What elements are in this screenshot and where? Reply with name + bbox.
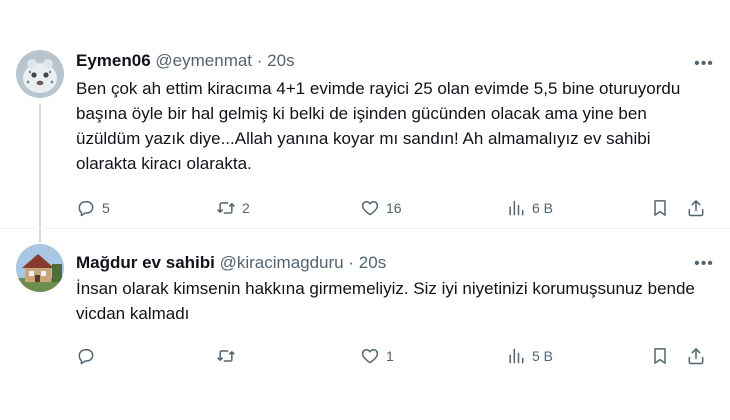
separator-dot: · <box>256 51 263 70</box>
views-count: 5 B <box>532 348 554 364</box>
bookmark-icon <box>654 348 666 364</box>
reply-button[interactable] <box>76 344 102 368</box>
share-button[interactable] <box>686 196 706 220</box>
share-icon <box>688 348 704 365</box>
avatar[interactable] <box>16 50 64 98</box>
views-icon <box>509 348 524 364</box>
avatar[interactable] <box>16 244 64 292</box>
views-count: 6 B <box>532 200 554 216</box>
timestamp[interactable]: 20s <box>359 253 386 272</box>
tweet[interactable]: Eymen06 @eymenmat · 20s ••• Ben çok ah e… <box>0 40 730 242</box>
display-name[interactable]: Eymen06 <box>76 51 151 70</box>
tweet[interactable]: Mağdur ev sahibi @kiracimagduru · 20s ••… <box>0 232 730 382</box>
tweet-header: Mağdur ev sahibi @kiracimagduru · 20s <box>76 252 386 274</box>
like-button[interactable]: 1 <box>360 344 394 368</box>
tweet-divider <box>0 228 730 229</box>
more-icon[interactable]: ••• <box>694 54 714 74</box>
retweet-count: 2 <box>242 200 250 216</box>
views-button[interactable]: 6 B <box>506 196 553 220</box>
like-button[interactable]: 16 <box>360 196 402 220</box>
retweet-icon <box>217 202 235 214</box>
views-button[interactable]: 5 B <box>506 344 553 368</box>
timestamp[interactable]: 20s <box>267 51 294 70</box>
thread-line <box>39 104 41 242</box>
bookmark-button[interactable] <box>650 344 670 368</box>
reply-icon <box>78 201 94 217</box>
display-name[interactable]: Mağdur ev sahibi <box>76 253 215 272</box>
heart-icon <box>361 201 379 216</box>
tweet-text: İnsan olarak kimsenin hakkına girmemeliy… <box>76 279 695 323</box>
tweet-text: Ben çok ah ettim kiracıma 4+1 evimde ray… <box>76 79 681 173</box>
reply-icon <box>78 349 94 365</box>
share-button[interactable] <box>686 344 706 368</box>
tweet-header: Eymen06 @eymenmat · 20s <box>76 50 295 72</box>
retweet-icon <box>217 350 235 362</box>
heart-icon <box>361 349 379 364</box>
share-icon <box>688 200 704 217</box>
more-icon[interactable]: ••• <box>694 254 714 274</box>
separator-dot: · <box>348 253 355 272</box>
like-count: 16 <box>386 200 402 216</box>
user-handle[interactable]: @eymenmat <box>155 51 252 70</box>
bookmark-icon <box>654 200 666 216</box>
tweet-actions: 5 2 16 6 B <box>76 196 716 220</box>
user-handle[interactable]: @kiracimagduru <box>220 253 344 272</box>
views-icon <box>509 200 524 216</box>
tweet-actions: 1 5 B <box>76 344 716 368</box>
reply-count: 5 <box>102 200 110 216</box>
bookmark-button[interactable] <box>650 196 670 220</box>
reply-button[interactable]: 5 <box>76 196 110 220</box>
retweet-button[interactable] <box>216 344 242 368</box>
retweet-button[interactable]: 2 <box>216 196 250 220</box>
like-count: 1 <box>386 348 394 364</box>
